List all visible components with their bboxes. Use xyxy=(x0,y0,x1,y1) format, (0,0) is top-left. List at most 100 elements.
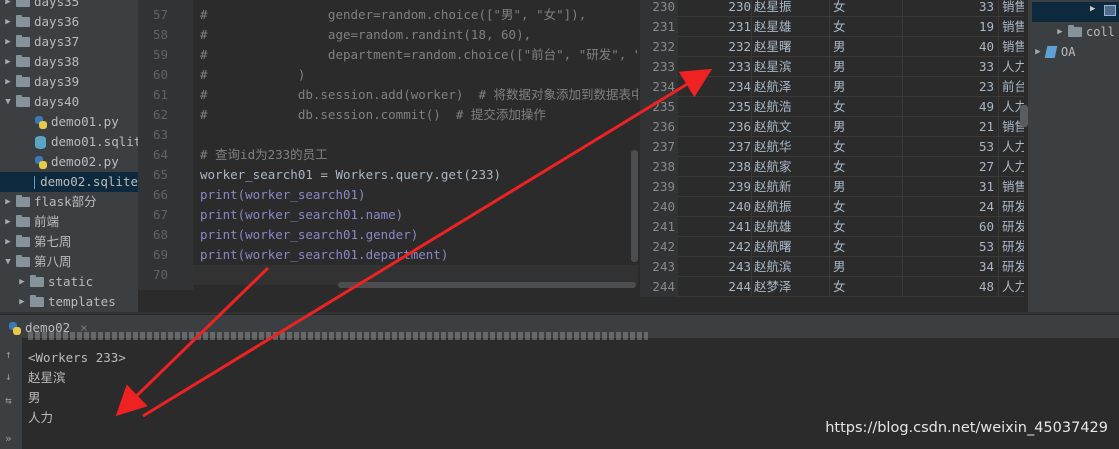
table-row[interactable]: 230230赵星振女33销售 xyxy=(640,0,1024,17)
table-row[interactable]: 240240赵航振女24研发 xyxy=(640,197,1024,217)
editor-vertical-scrollbar[interactable] xyxy=(631,150,638,262)
cell-gender[interactable]: 女 xyxy=(829,157,902,177)
data-grid[interactable]: 230230赵星振女33销售 231231赵星雄女19销售 232232赵星曙男… xyxy=(640,0,1024,312)
cell-age[interactable]: 33 xyxy=(902,0,997,17)
tree-item-flask[interactable]: ▶ flask部分 xyxy=(2,192,96,212)
cell-name[interactable]: 赵航家 xyxy=(751,157,828,177)
cell-name[interactable]: 赵星曙 xyxy=(751,37,828,57)
cell-name[interactable]: 赵航华 xyxy=(751,137,828,157)
code-line[interactable]: # 查询id为233的员工 xyxy=(200,145,328,165)
more-icon[interactable]: » xyxy=(5,432,12,445)
cell-name[interactable]: 赵航新 xyxy=(751,177,828,197)
table-row[interactable]: 232232赵星曙男40销售 xyxy=(640,37,1024,57)
tree-item-week8[interactable]: ▼ 第八周 xyxy=(2,252,71,272)
cell-age[interactable]: 53 xyxy=(902,237,997,257)
cell-id[interactable]: 237 xyxy=(679,137,751,157)
cell-age[interactable]: 40 xyxy=(902,37,997,57)
cell-gender[interactable]: 女 xyxy=(829,217,902,237)
cell-department[interactable]: 研发 xyxy=(998,217,1024,237)
up-arrow-icon[interactable]: ↑ xyxy=(5,348,12,361)
chevron-right-icon[interactable]: ▶ xyxy=(1032,42,1044,62)
tree-item-days39[interactable]: ▶ days39 xyxy=(2,72,79,92)
tree-item-demo02-py[interactable]: demo02.py xyxy=(34,152,119,172)
cell-department[interactable]: 研发 xyxy=(998,257,1024,277)
chevron-right-icon[interactable]: ▶ xyxy=(2,72,14,92)
cell-department[interactable]: 人力 xyxy=(998,277,1024,297)
cell-id[interactable]: 243 xyxy=(679,257,751,277)
tree-item-days36[interactable]: ▶ days36 xyxy=(2,12,79,32)
cell-name[interactable]: 赵航滨 xyxy=(751,257,828,277)
cell-age[interactable]: 53 xyxy=(902,137,997,157)
cell-name[interactable]: 赵星滨 xyxy=(751,57,828,77)
table-row[interactable]: 244244赵梦泽女48人力 xyxy=(640,277,1024,297)
code-line[interactable]: # ) xyxy=(200,65,305,85)
code-line[interactable]: # age=random.randint(18, 60), xyxy=(200,25,531,45)
db-item-oa[interactable]: ▶ OA xyxy=(1032,42,1075,62)
cell-id[interactable]: 240 xyxy=(679,197,751,217)
cell-id[interactable]: 232 xyxy=(679,37,751,57)
code-line[interactable]: # gender=random.choice(["男", "女"]), xyxy=(200,5,586,25)
cell-department[interactable]: 人力 xyxy=(998,57,1024,77)
cell-age[interactable]: 48 xyxy=(902,277,997,297)
tree-item-frontend[interactable]: ▶ 前端 xyxy=(2,212,59,232)
cell-gender[interactable]: 女 xyxy=(829,277,902,297)
chevron-right-icon[interactable]: ▶ xyxy=(2,52,14,72)
chevron-right-icon[interactable]: ▶ xyxy=(16,292,28,312)
editor-horizontal-scrollbar[interactable] xyxy=(338,282,636,288)
cell-id[interactable]: 242 xyxy=(679,237,751,257)
cell-name[interactable]: 赵航振 xyxy=(751,197,828,217)
cell-id[interactable]: 241 xyxy=(679,217,751,237)
tree-item-demo01-sqlite[interactable]: demo01.sqlite xyxy=(34,132,138,152)
table-row[interactable]: 234234赵航泽男23前台 xyxy=(640,77,1024,97)
cell-gender[interactable]: 女 xyxy=(829,97,902,117)
tree-item-days40[interactable]: ▼ days40 xyxy=(2,92,79,112)
cell-id[interactable]: 233 xyxy=(679,57,751,77)
cell-gender[interactable]: 男 xyxy=(829,57,902,77)
code-line[interactable]: print(worker_search01.department) xyxy=(200,245,448,265)
cell-gender[interactable]: 男 xyxy=(829,37,902,57)
chevron-right-icon[interactable]: ▶ xyxy=(16,272,28,292)
cell-gender[interactable]: 男 xyxy=(829,117,902,137)
cell-age[interactable]: 31 xyxy=(902,177,997,197)
code-line[interactable]: # db.session.add(worker) # 将数据对象添加到数据表中 xyxy=(200,85,638,105)
db-item-coll[interactable]: ▶ coll xyxy=(1054,22,1115,42)
tree-item-days37[interactable]: ▶ days37 xyxy=(2,32,79,52)
down-arrow-icon[interactable]: ↓ xyxy=(5,370,12,383)
chevron-right-icon[interactable]: ▶ xyxy=(1090,4,1095,14)
chevron-right-icon[interactable]: ▶ xyxy=(2,12,14,32)
cell-name[interactable]: 赵梦泽 xyxy=(751,277,828,297)
cell-name[interactable]: 赵航文 xyxy=(751,117,828,137)
database-panel[interactable]: ▶ ▶ coll ▶ OA xyxy=(1028,0,1119,312)
cell-id[interactable]: 244 xyxy=(679,277,751,297)
cell-id[interactable]: 238 xyxy=(679,157,751,177)
cell-age[interactable]: 23 xyxy=(902,77,997,97)
table-row[interactable]: 231231赵星雄女19销售 xyxy=(640,17,1024,37)
cell-department[interactable]: 销售 xyxy=(998,37,1024,57)
cell-id[interactable]: 231 xyxy=(679,17,751,37)
chevron-down-icon[interactable]: ▼ xyxy=(2,252,14,272)
tree-item-demo01-py[interactable]: demo01.py xyxy=(34,112,119,132)
cell-gender[interactable]: 女 xyxy=(829,137,902,157)
cell-department[interactable]: 销售 xyxy=(998,17,1024,37)
cell-gender[interactable]: 女 xyxy=(829,197,902,217)
chevron-right-icon[interactable]: ▶ xyxy=(1054,22,1066,42)
cell-name[interactable]: 赵星雄 xyxy=(751,17,828,37)
chevron-right-icon[interactable]: ▶ xyxy=(2,32,14,52)
code-line[interactable]: print(worker_search01) xyxy=(200,185,366,205)
cell-age[interactable]: 49 xyxy=(902,97,997,117)
cell-name[interactable]: 赵航浩 xyxy=(751,97,828,117)
cell-name[interactable]: 赵航雄 xyxy=(751,217,828,237)
cell-id[interactable]: 239 xyxy=(679,177,751,197)
tree-item-days38[interactable]: ▶ days38 xyxy=(2,52,79,72)
table-row[interactable]: 236236赵航文男21销售 xyxy=(640,117,1024,137)
code-line[interactable]: # db.session.commit() # 提交添加操作 xyxy=(200,105,546,125)
cell-id[interactable]: 230 xyxy=(679,0,751,17)
chevron-right-icon[interactable]: ▶ xyxy=(2,212,14,232)
cell-age[interactable]: 34 xyxy=(902,257,997,277)
cell-name[interactable]: 赵航曙 xyxy=(751,237,828,257)
cell-department[interactable]: 研发 xyxy=(998,237,1024,257)
soft-wrap-icon[interactable]: ⇆ xyxy=(5,394,12,407)
chevron-down-icon[interactable]: ▼ xyxy=(2,92,14,112)
code-line[interactable]: worker_search01 = Workers.query.get(233) xyxy=(200,165,501,185)
chevron-right-icon[interactable]: ▶ xyxy=(2,232,14,252)
